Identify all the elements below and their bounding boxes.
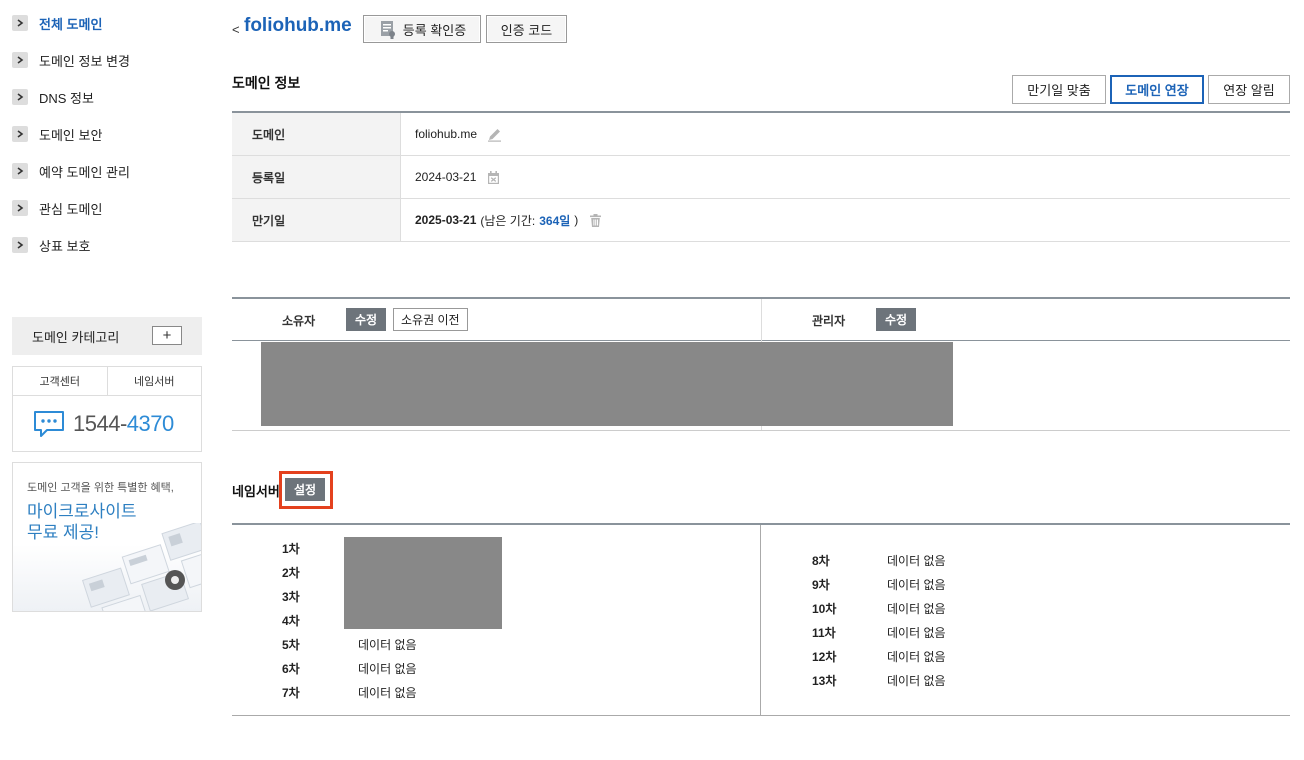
sidebar-item-label: 전체 도메인 [39,16,103,32]
sidebar-item-label: 도메인 보안 [39,127,103,143]
sidebar-item-reserved-domains[interactable]: 예약 도메인 관리 [12,161,130,181]
list-item: 4차 [282,613,300,628]
admin-edit-button[interactable]: 수정 [876,308,917,331]
list-item: 2차 [282,565,300,580]
pencil-icon[interactable] [487,127,502,142]
trash-icon[interactable] [588,213,603,228]
chat-bubble-icon [34,410,64,437]
redacted-nameservers [344,537,502,629]
contacts-table: 소유자 수정 소유권 이전 관리자 수정 [232,297,1290,431]
support-phone: 1544-4370 [13,396,201,451]
page-title: foliohub.me [244,15,352,36]
chevron-right-icon [12,163,28,179]
chevron-right-icon [12,200,28,216]
calendar-icon [488,170,500,184]
microsite-promo-banner[interactable]: 도메인 고객을 위한 특별한 혜택, 마이크로사이트 무료 제공! [12,462,202,612]
chevron-right-icon [12,15,28,31]
phone-number: 1544-4370 [73,410,174,436]
chevron-right-icon [12,126,28,142]
promo-illustration [81,523,201,611]
chevron-right-icon [12,89,28,105]
domain-label: 도메인 [232,113,401,155]
remaining-days: 364일 [539,213,571,228]
sidebar-item-all-domains[interactable]: 전체 도메인 [12,13,102,33]
list-item: 5차 데이터 없음 [282,637,417,652]
expiry-date-label: 만기일 [232,199,401,241]
domain-category-label: 도메인 카테고리 [32,329,120,345]
sidebar-item-label: 예약 도메인 관리 [39,164,130,180]
match-expiry-button[interactable]: 만기일 맞춤 [1012,75,1106,104]
list-item: 8차 데이터 없음 [812,553,946,568]
list-item: 1차 [282,541,300,556]
sidebar-item-watched-domains[interactable]: 관심 도메인 [12,198,102,218]
redacted-contact-info [261,342,953,426]
sidebar-item-label: DNS 정보 [39,90,94,106]
expiry-date-value: 2025-03-21 [415,213,477,227]
sidebar-item-label: 도메인 정보 변경 [39,53,130,69]
list-item: 3차 [282,589,300,604]
remaining-prefix: (남은 기간: [480,213,536,228]
list-item: 12차 데이터 없음 [812,649,946,664]
owner-edit-button[interactable]: 수정 [346,308,387,331]
add-category-button[interactable]: + [152,326,182,345]
promo-subtitle: 도메인 고객을 위한 특별한 혜택, [27,482,174,494]
sidebar-item-dns[interactable]: DNS 정보 [12,87,94,107]
sidebar-item-label: 관심 도메인 [39,201,103,217]
back-link[interactable]: < [232,22,240,37]
chevron-right-icon [12,237,28,253]
sidebar-item-label: 상표 보호 [39,238,91,254]
list-item: 9차 데이터 없음 [812,577,946,592]
nameserver-table: 1차 2차 3차 4차 5차 데이터 없음 6차 데이터 없음 7차 데이터 없음 8… [232,523,1290,716]
certificate-icon [380,21,395,39]
remaining-suffix: ) [574,213,579,227]
table-row: 등록일 2024-03-21 [232,156,1290,199]
domain-category-box: 도메인 카테고리 + [12,317,202,355]
domain-value: foliohub.me [415,127,478,141]
sidebar-item-domain-security[interactable]: 도메인 보안 [12,124,102,144]
table-row: 도메인 foliohub.me [232,113,1290,156]
domain-info-table: 도메인 foliohub.me 등록일 2024-03-21 만기일 2025-… [232,111,1290,242]
extend-domain-button[interactable]: 도메인 연장 [1110,75,1204,104]
admin-label: 관리자 [812,314,846,328]
sidebar-item-domain-info-change[interactable]: 도메인 정보 변경 [12,50,130,70]
column-divider [760,525,761,715]
list-item: 11차 데이터 없음 [812,625,946,640]
support-box: 고객센터 네임서버 1544-4370 [12,366,202,452]
registration-date-label: 등록일 [232,156,401,198]
tab-nameserver[interactable]: 네임서버 [106,367,202,395]
list-item: 7차 데이터 없음 [282,685,417,700]
highlight-box [279,471,333,509]
table-row: 만기일 2025-03-21 (남은 기간: 364일 ) [232,199,1290,242]
sidebar-item-trademark[interactable]: 상표 보호 [12,235,90,255]
nameserver-title: 네임서버 [232,484,280,499]
extension-notice-button[interactable]: 연장 알림 [1208,75,1290,104]
owner-label: 소유자 [282,314,316,328]
list-item: 13차 데이터 없음 [812,673,946,688]
tab-customer-center[interactable]: 고객센터 [13,367,107,395]
registration-date-value: 2024-03-21 [415,170,477,184]
list-item: 6차 데이터 없음 [282,661,417,676]
registration-certificate-button[interactable]: 등록 확인증 [363,15,481,43]
domain-info-title: 도메인 정보 [232,75,301,91]
chevron-right-icon [12,52,28,68]
list-item: 10차 데이터 없음 [812,601,946,616]
auth-code-button[interactable]: 인증 코드 [486,15,567,43]
ownership-transfer-button[interactable]: 소유권 이전 [393,308,468,331]
